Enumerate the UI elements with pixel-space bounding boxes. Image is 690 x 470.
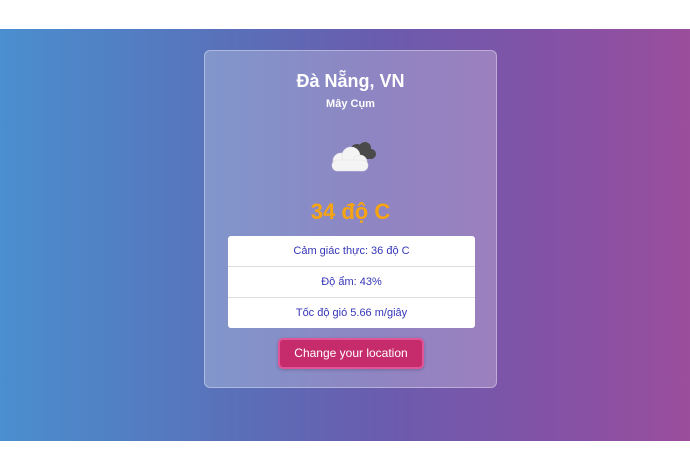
location-title: Đà Nẵng, VN — [296, 71, 405, 91]
feels-like: Cảm giác thực: 36 độ C — [228, 236, 475, 267]
temperature: 34 độ C — [310, 199, 391, 224]
humidity: Độ ẩm: 43% — [228, 267, 475, 298]
wind-speed: Tốc độ gió 5.66 m/giây — [295, 307, 408, 319]
broken-clouds-icon — [323, 137, 381, 177]
weather-details-list: Cảm giác thực: 36 độ C Độ ẩm: 43% Tốc độ… — [228, 236, 475, 328]
change-location-button[interactable]: Change your location — [278, 338, 424, 369]
weather-card: Đà Nẵng, VN Mây Cụm 34 độ C Cảm giác thự… — [204, 50, 497, 388]
weather-description: Mây Cụm — [326, 98, 375, 110]
page-background: Đà Nẵng, VN Mây Cụm 34 độ C Cảm giác thự… — [0, 29, 690, 441]
